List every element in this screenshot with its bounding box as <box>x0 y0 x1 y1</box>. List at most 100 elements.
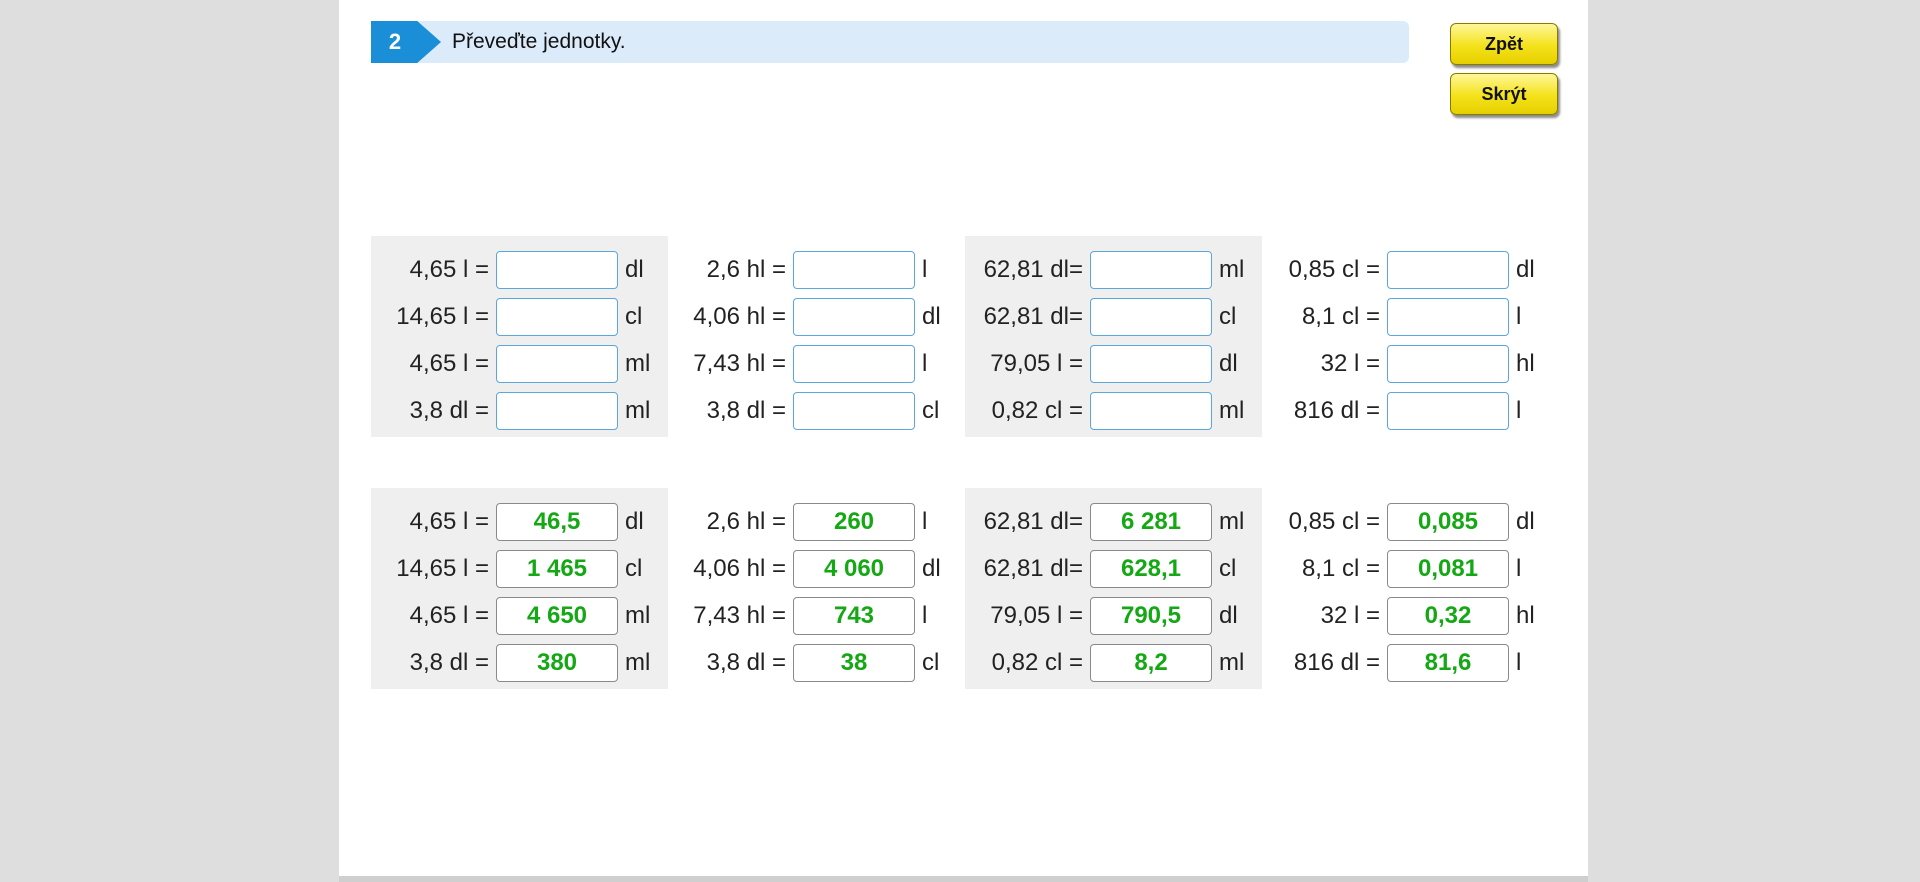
answer-row: 3,8 dl = 380 ml <box>371 639 668 686</box>
conversion-expression: 4,65 l = <box>409 255 489 283</box>
correct-answer: 260 <box>793 502 915 541</box>
answer-input[interactable] <box>793 297 915 336</box>
exercise-column-2: 2,6 hl = l 4,06 hl = dl 7,43 hl = l 3,8 dl = cl <box>668 236 965 437</box>
correct-answer: 790,5 <box>1090 596 1212 635</box>
correct-answer: 46,5 <box>496 502 618 541</box>
correct-answer: 4 060 <box>793 549 915 588</box>
conversion-expression: 2,6 hl = <box>706 507 786 535</box>
target-unit: l <box>1516 302 1522 330</box>
conversion-expression: 8,1 cl = <box>1301 554 1380 582</box>
conversion-expression: 3,8 dl = <box>706 396 786 424</box>
target-unit: dl <box>625 255 644 283</box>
exercise-row: 0,82 cl = ml <box>965 387 1262 434</box>
answer-input[interactable] <box>793 250 915 289</box>
conversion-expression: 0,85 cl = <box>1288 507 1380 535</box>
correct-answer: 380 <box>496 643 618 682</box>
answer-input[interactable] <box>1090 250 1212 289</box>
correct-answer: 8,2 <box>1090 643 1212 682</box>
answer-input[interactable] <box>1090 391 1212 430</box>
conversion-expression: 32 l = <box>1320 349 1380 377</box>
conversion-expression: 62,81 dl= <box>983 507 1083 535</box>
target-unit: dl <box>1516 255 1535 283</box>
answer-row: 4,65 l = 4 650 ml <box>371 592 668 639</box>
hide-button[interactable]: Skrýt <box>1450 73 1558 115</box>
bottom-edge <box>339 876 1588 882</box>
exercise-grid: 4,65 l = dl 14,65 l = cl 4,65 l = ml 3,8 dl = m… <box>371 236 1551 437</box>
answer-input[interactable] <box>496 297 618 336</box>
worksheet-page: 2 Převeďte jednotky. Zpět Skrýt 4,65 l =… <box>339 0 1588 876</box>
answer-row: 4,06 hl = 4 060 dl <box>668 545 965 592</box>
answer-row: 0,82 cl = 8,2 ml <box>965 639 1262 686</box>
answer-row: 2,6 hl = 260 l <box>668 498 965 545</box>
exercise-row: 62,81 dl= ml <box>965 246 1262 293</box>
answer-input[interactable] <box>1387 344 1509 383</box>
exercise-row: 2,6 hl = l <box>668 246 965 293</box>
target-unit: dl <box>1516 507 1535 535</box>
conversion-expression: 816 dl = <box>1293 396 1380 424</box>
correct-answer: 0,085 <box>1387 502 1509 541</box>
correct-answer: 743 <box>793 596 915 635</box>
correct-answer: 1 465 <box>496 549 618 588</box>
exercise-row: 3,8 dl = cl <box>668 387 965 434</box>
answer-input[interactable] <box>793 344 915 383</box>
conversion-expression: 816 dl = <box>1293 648 1380 676</box>
conversion-expression: 79,05 l = <box>990 601 1083 629</box>
conversion-expression: 4,65 l = <box>409 507 489 535</box>
correct-answer: 4 650 <box>496 596 618 635</box>
answer-row: 79,05 l = 790,5 dl <box>965 592 1262 639</box>
exercise-row: 3,8 dl = ml <box>371 387 668 434</box>
target-unit: dl <box>1219 349 1238 377</box>
target-unit: cl <box>922 396 940 424</box>
answer-row: 32 l = 0,32 hl <box>1262 592 1559 639</box>
conversion-expression: 14,65 l = <box>396 554 489 582</box>
answer-row: 816 dl = 81,6 l <box>1262 639 1559 686</box>
conversion-expression: 4,06 hl = <box>693 554 786 582</box>
target-unit: ml <box>625 349 651 377</box>
exercise-row: 4,65 l = dl <box>371 246 668 293</box>
task-instruction: Převeďte jednotky. <box>452 30 626 53</box>
conversion-expression: 4,06 hl = <box>693 302 786 330</box>
conversion-expression: 8,1 cl = <box>1301 302 1380 330</box>
correct-answer: 0,081 <box>1387 549 1509 588</box>
target-unit: dl <box>1219 601 1238 629</box>
exercise-column-4: 0,85 cl = dl 8,1 cl = l 32 l = hl 816 dl = l <box>1262 236 1559 437</box>
exercise-row: 32 l = hl <box>1262 340 1559 387</box>
exercise-column-3: 62,81 dl= ml 62,81 dl= cl 79,05 l = dl 0,82 cl… <box>965 236 1262 437</box>
answer-input[interactable] <box>793 391 915 430</box>
target-unit: ml <box>1219 648 1245 676</box>
target-unit: ml <box>625 648 651 676</box>
answer-input[interactable] <box>496 250 618 289</box>
answer-input[interactable] <box>496 391 618 430</box>
conversion-expression: 79,05 l = <box>990 349 1083 377</box>
answer-input[interactable] <box>1387 250 1509 289</box>
answer-row: 4,65 l = 46,5 dl <box>371 498 668 545</box>
back-button[interactable]: Zpět <box>1450 23 1558 65</box>
answer-input[interactable] <box>1387 391 1509 430</box>
correct-answer: 38 <box>793 643 915 682</box>
conversion-expression: 62,81 dl= <box>983 554 1083 582</box>
answer-column-2: 2,6 hl = 260 l 4,06 hl = 4 060 dl 7,43 hl = 743… <box>668 488 965 689</box>
conversion-expression: 62,81 dl= <box>983 255 1083 283</box>
answer-input[interactable] <box>1387 297 1509 336</box>
correct-answer: 628,1 <box>1090 549 1212 588</box>
exercise-row: 14,65 l = cl <box>371 293 668 340</box>
answer-input[interactable] <box>1090 297 1212 336</box>
answer-input[interactable] <box>1090 344 1212 383</box>
target-unit: cl <box>1219 554 1237 582</box>
answer-column-1: 4,65 l = 46,5 dl 14,65 l = 1 465 cl 4,65 l = 4 … <box>371 488 668 689</box>
target-unit: l <box>922 255 928 283</box>
target-unit: l <box>922 507 928 535</box>
answer-row: 0,85 cl = 0,085 dl <box>1262 498 1559 545</box>
correct-answer: 0,32 <box>1387 596 1509 635</box>
answer-input[interactable] <box>496 344 618 383</box>
conversion-expression: 4,65 l = <box>409 349 489 377</box>
exercise-row: 0,85 cl = dl <box>1262 246 1559 293</box>
conversion-expression: 0,82 cl = <box>991 396 1083 424</box>
answer-row: 7,43 hl = 743 l <box>668 592 965 639</box>
target-unit: l <box>922 349 928 377</box>
target-unit: ml <box>1219 507 1245 535</box>
target-unit: ml <box>1219 255 1245 283</box>
exercise-row: 4,06 hl = dl <box>668 293 965 340</box>
conversion-expression: 0,85 cl = <box>1288 255 1380 283</box>
conversion-expression: 3,8 dl = <box>409 648 489 676</box>
